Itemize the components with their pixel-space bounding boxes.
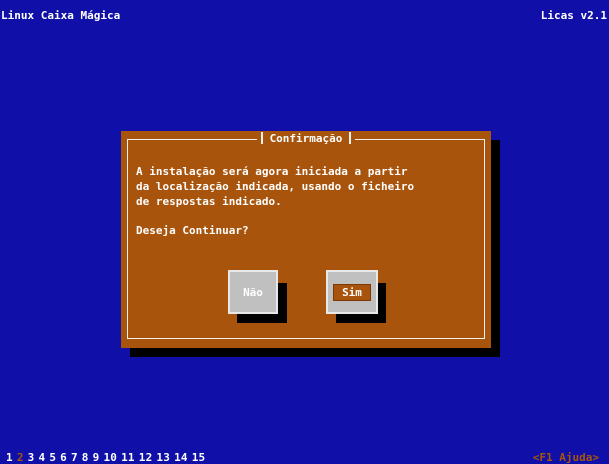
console-tab[interactable]: 15	[192, 451, 206, 464]
title-bar-left	[260, 132, 263, 144]
console-tab[interactable]: 5	[49, 451, 56, 464]
dialog-title-text: Confirmação	[269, 132, 343, 145]
yes-button-label: Sim	[333, 283, 371, 301]
console-tab[interactable]: 12	[139, 451, 153, 464]
dialog-question: Deseja Continuar?	[136, 224, 249, 237]
dialog-title: Confirmação	[121, 132, 491, 145]
message-line: A instalação será agora iniciada a parti…	[136, 165, 408, 178]
no-button-label: Não	[243, 285, 263, 299]
console-tab[interactable]: 6	[60, 451, 67, 464]
message-line: de respostas indicado.	[136, 195, 282, 208]
confirmation-dialog: Confirmação A instalação será agora inic…	[121, 131, 491, 348]
console-tab[interactable]: 1	[6, 451, 13, 464]
console-tab[interactable]: 11	[121, 451, 135, 464]
yes-button[interactable]: Sim	[326, 270, 378, 314]
console-tab[interactable]: 10	[103, 451, 117, 464]
console-tab[interactable]: 7	[71, 451, 78, 464]
console-tab[interactable]: 9	[93, 451, 100, 464]
app-version: Licas v2.1	[540, 9, 607, 22]
message-line: da localização indicada, usando o fichei…	[136, 180, 415, 193]
help-hint[interactable]: <F1 Ajuda>	[533, 451, 599, 464]
console-tab[interactable]: 4	[38, 451, 45, 464]
console-tab[interactable]: 13	[156, 451, 170, 464]
dialog-message: A instalação será agora iniciada a parti…	[136, 164, 414, 209]
title-bar-right	[349, 132, 352, 144]
console-tab-current[interactable]: 2	[17, 451, 24, 464]
console-tab[interactable]: 3	[28, 451, 35, 464]
console-tabs: 1 2 3 4 5 6 7 8 9 10 11 12 13 14 15	[6, 451, 209, 464]
console-tab[interactable]: 14	[174, 451, 188, 464]
app-title: Linux Caixa Mágica	[1, 9, 121, 22]
console-tab[interactable]: 8	[82, 451, 89, 464]
no-button[interactable]: Não	[228, 270, 278, 314]
